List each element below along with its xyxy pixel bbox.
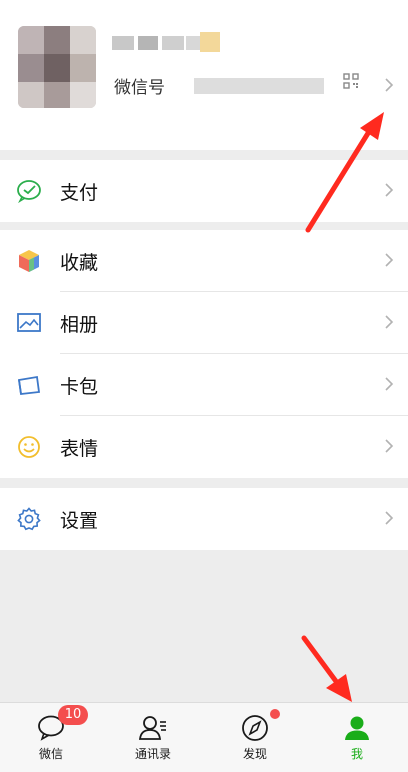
menu-label-pay: 支付 (60, 182, 99, 204)
chevron-right-icon (385, 183, 394, 197)
menu-item-favorites[interactable]: 收藏 (0, 230, 408, 292)
chevron-right-icon (385, 511, 394, 525)
menu-item-settings[interactable]: 设置 (0, 488, 408, 550)
section-divider (0, 478, 408, 488)
menu-label-favorites: 收藏 (60, 252, 99, 274)
compass-icon (242, 715, 268, 741)
tab-label: 我 (350, 747, 363, 761)
tab-me[interactable]: 我 (306, 703, 408, 772)
wechat-id-blurred (194, 78, 324, 94)
unread-badge: 10 (58, 705, 88, 725)
tab-label: 发现 (242, 747, 267, 761)
profile-header[interactable]: 微信号 (0, 0, 408, 150)
wallet-pay-icon (17, 180, 41, 203)
menu-item-stickers[interactable]: 表情 (0, 416, 408, 478)
avatar[interactable] (18, 26, 96, 108)
card-wallet-icon (17, 375, 41, 395)
bottom-tab-bar: 10 微信 通讯录 发现 我 (0, 702, 408, 772)
menu-label-stickers: 表情 (60, 438, 99, 460)
menu-item-pay[interactable]: 支付 (0, 160, 408, 222)
menu-label-cards: 卡包 (60, 376, 99, 398)
section-divider (0, 150, 408, 160)
chevron-right-icon (385, 377, 394, 391)
menu-item-cards[interactable]: 卡包 (0, 354, 408, 416)
favorites-cube-icon (19, 250, 39, 272)
album-picture-icon (17, 313, 41, 332)
tab-label: 通讯录 (134, 747, 171, 761)
tab-discover[interactable]: 发现 (204, 703, 306, 772)
person-icon (345, 716, 369, 740)
chevron-right-icon (385, 439, 394, 453)
contacts-icon (138, 716, 166, 740)
menu-group-pay: 支付 (0, 160, 408, 222)
menu-label-settings: 设置 (60, 510, 99, 532)
chevron-right-icon (385, 253, 394, 267)
annotation-arrow-me-tab (301, 635, 352, 702)
chevron-right-icon (385, 315, 394, 329)
menu-group-settings: 设置 (0, 488, 408, 550)
nickname-blurred (112, 30, 222, 56)
section-divider (0, 222, 408, 230)
smiley-face-icon (18, 436, 40, 458)
menu-label-album: 相册 (60, 314, 99, 336)
menu-group-main: 收藏 相册 卡包 表情 (0, 230, 408, 478)
chevron-right-icon (385, 78, 394, 92)
notification-dot (270, 709, 280, 719)
tab-chats[interactable]: 10 微信 (0, 703, 102, 772)
menu-item-album[interactable]: 相册 (0, 292, 408, 354)
gear-icon (17, 507, 41, 531)
tab-label: 微信 (38, 747, 63, 761)
wechat-id-label: 微信号 (114, 78, 165, 98)
qr-code-icon[interactable] (343, 73, 359, 89)
tab-contacts[interactable]: 通讯录 (102, 703, 204, 772)
